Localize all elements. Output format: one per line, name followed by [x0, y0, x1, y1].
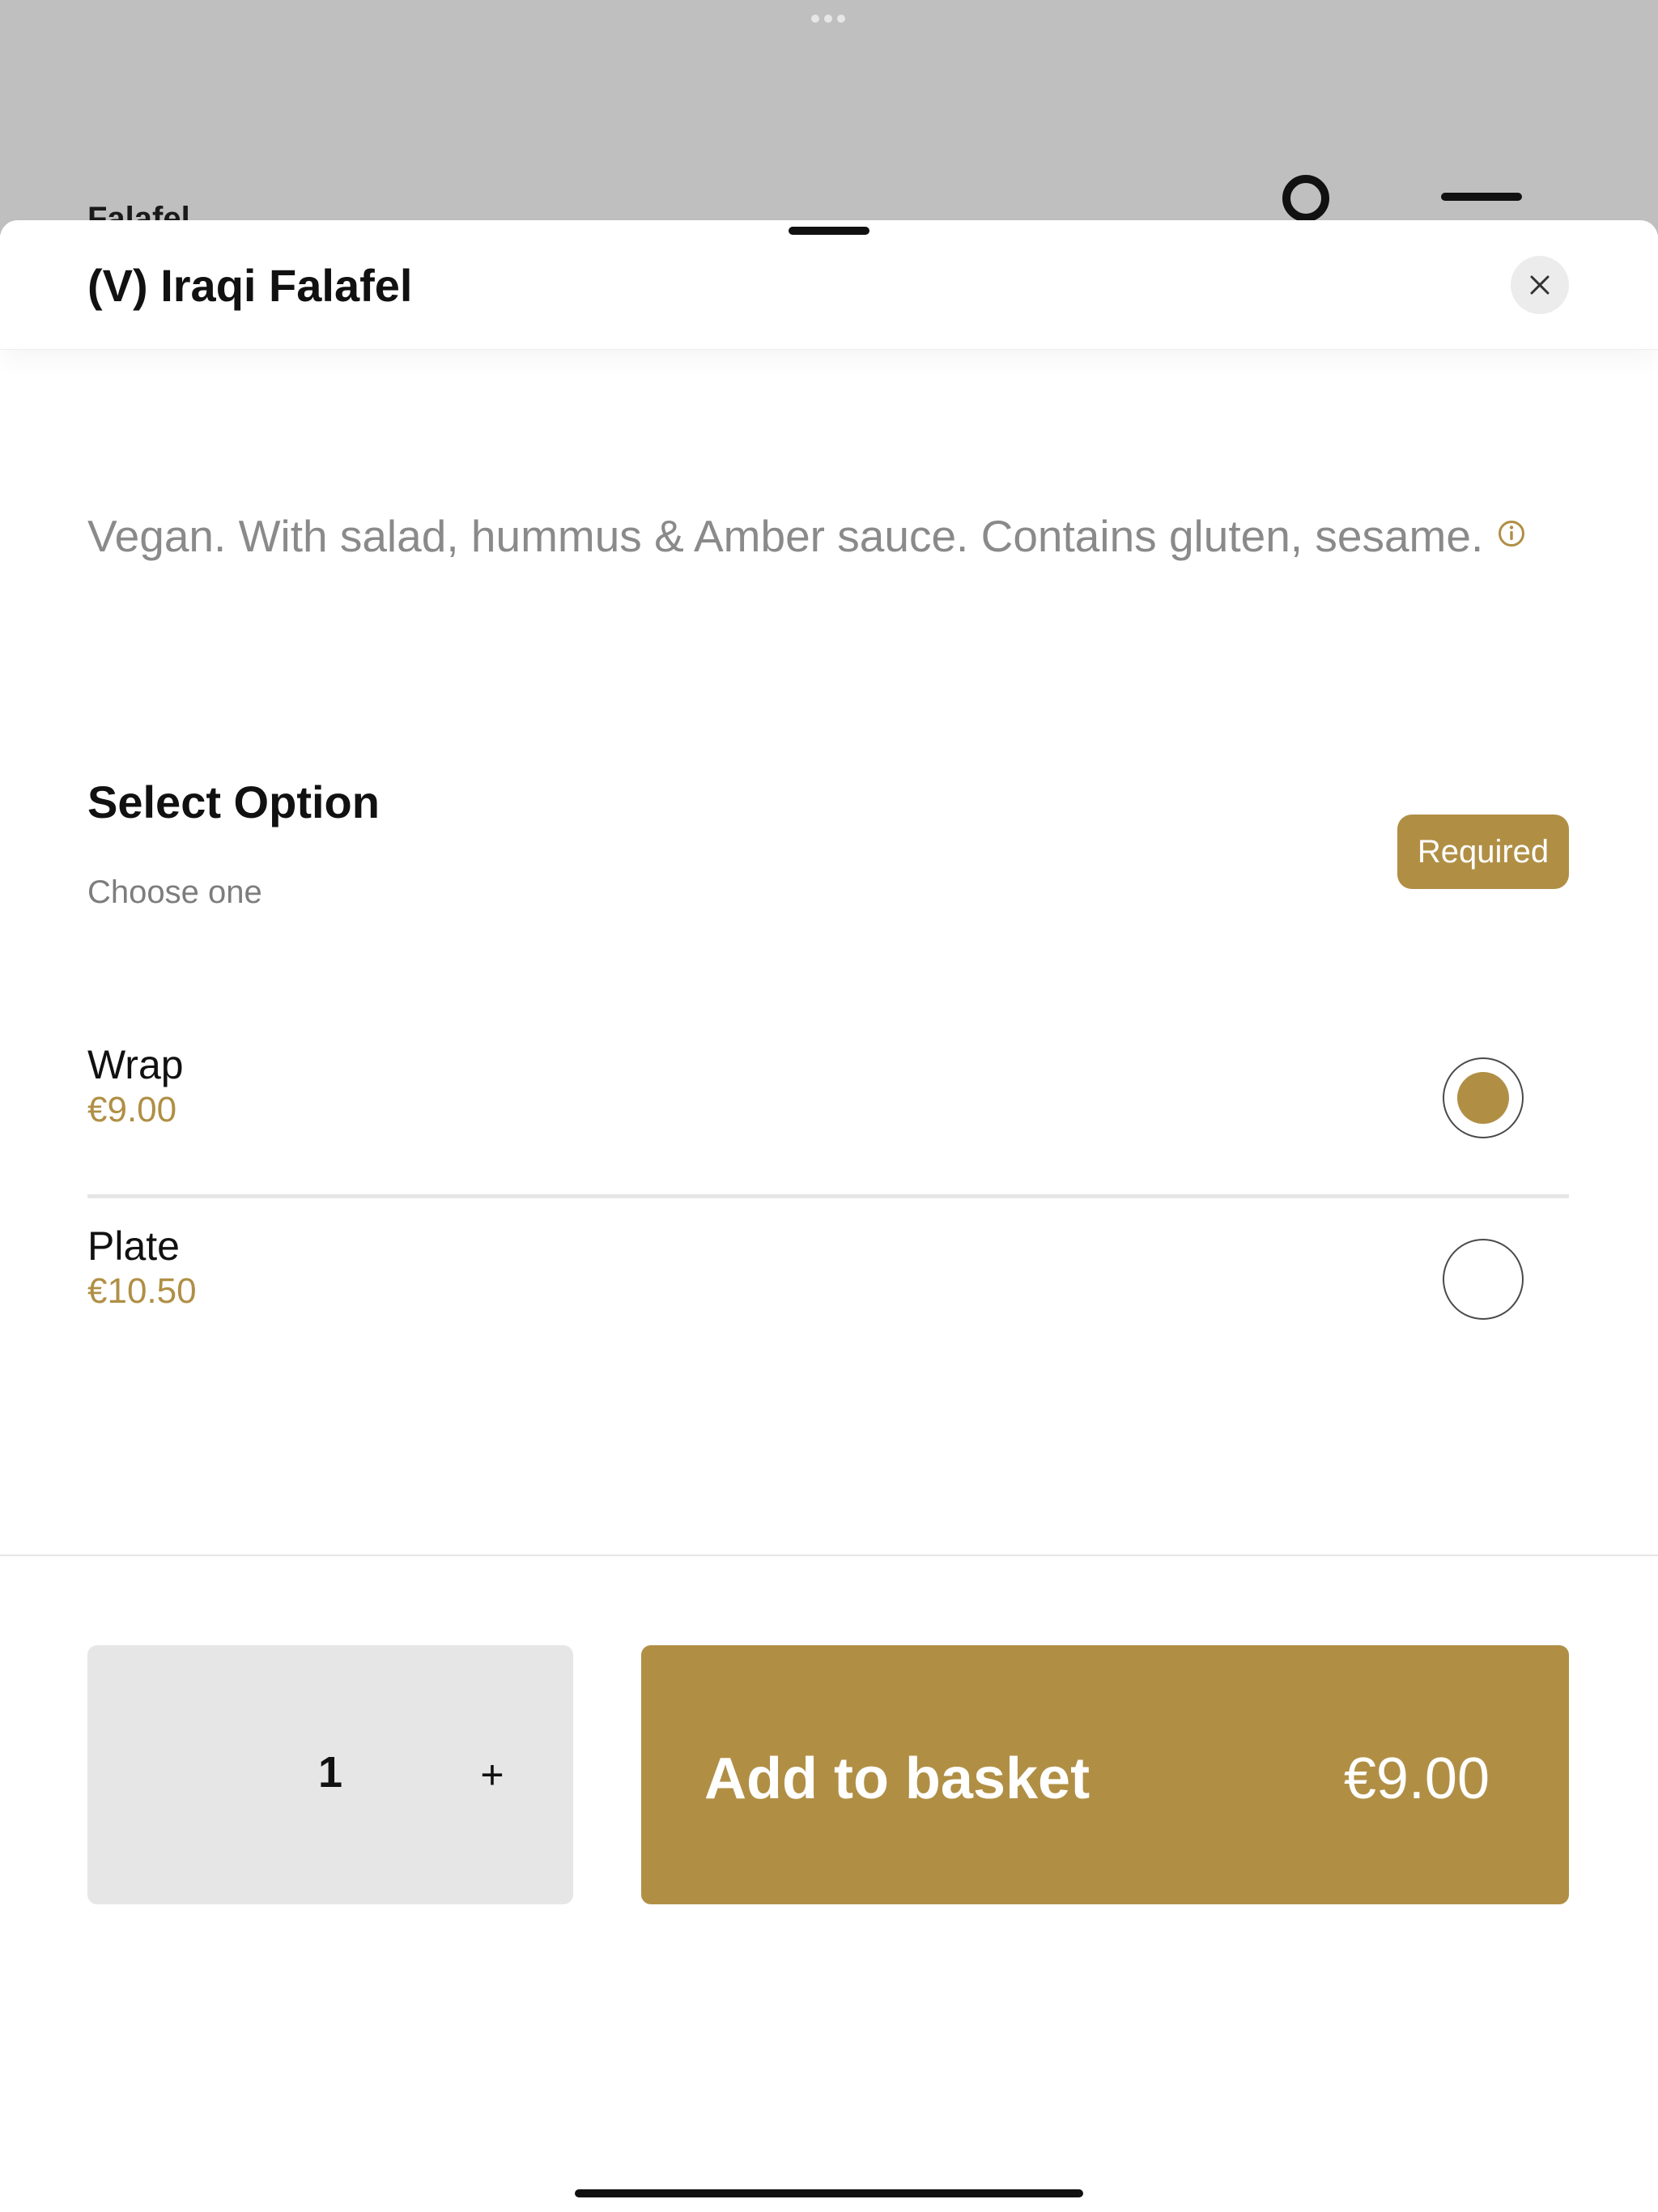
item-description-text: Vegan. With salad, hummus & Amber sauce.… — [87, 511, 1484, 561]
sheet-footer: 1 + Add to basket €9.00 — [0, 1555, 1658, 1992]
required-badge: Required — [1397, 815, 1569, 889]
quantity-stepper[interactable]: 1 + — [87, 1645, 573, 1904]
multitasking-dots-icon[interactable] — [811, 15, 845, 23]
add-to-basket-price: €9.00 — [1343, 1746, 1490, 1811]
info-icon[interactable] — [1498, 520, 1525, 547]
option-plate[interactable]: Plate €10.50 — [87, 1198, 1569, 1380]
option-plate-radio[interactable] — [1443, 1239, 1524, 1320]
dimmed-background[interactable]: Falafel — [0, 0, 1658, 236]
quantity-value: 1 — [317, 1748, 343, 1797]
close-button[interactable] — [1511, 256, 1569, 314]
app-screen: Falafel (V) Iraqi Falafel Vegan. With sa… — [0, 0, 1658, 2212]
option-name: Wrap — [87, 1042, 184, 1087]
option-price: €9.00 — [87, 1090, 177, 1129]
item-description: Vegan. With salad, hummus & Amber sauce.… — [87, 510, 1569, 562]
account-icon[interactable] — [1282, 175, 1329, 222]
option-group-title: Select Option — [87, 776, 380, 827]
add-to-basket-button[interactable]: Add to basket €9.00 — [641, 1645, 1569, 1904]
menu-icon[interactable] — [1441, 193, 1522, 201]
option-price: €10.50 — [87, 1271, 197, 1311]
home-indicator[interactable] — [575, 2189, 1083, 2197]
item-title: (V) Iraqi Falafel — [87, 260, 413, 311]
add-to-basket-label: Add to basket — [704, 1746, 1090, 1811]
option-wrap[interactable]: Wrap €9.00 — [87, 1017, 1569, 1198]
increment-button[interactable]: + — [460, 1742, 525, 1807]
sheet-header: (V) Iraqi Falafel — [0, 220, 1658, 350]
option-wrap-radio[interactable] — [1443, 1057, 1524, 1138]
close-icon — [1530, 275, 1550, 295]
option-name: Plate — [87, 1223, 180, 1269]
option-group-hint: Choose one — [87, 874, 262, 910]
radio-selected-dot — [1457, 1072, 1509, 1124]
